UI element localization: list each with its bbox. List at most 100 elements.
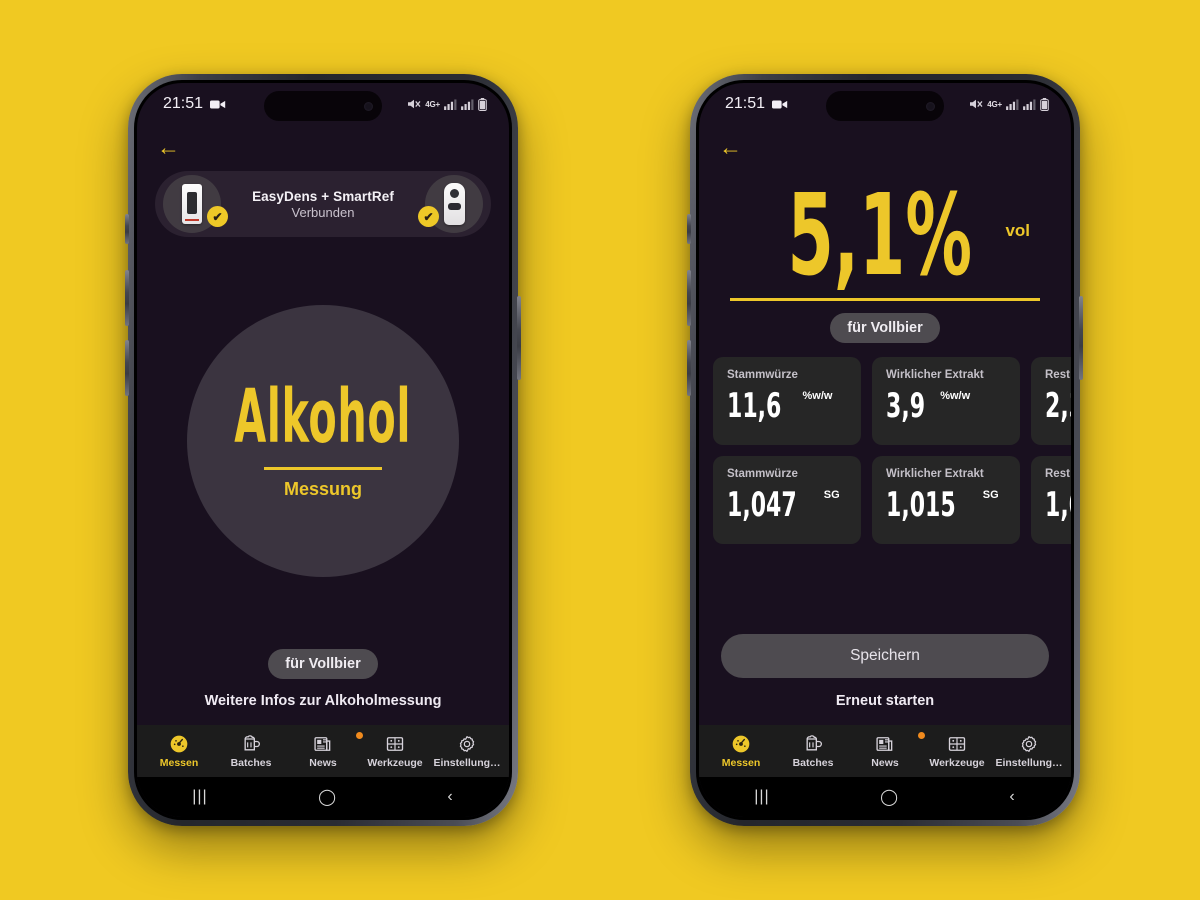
- phone-bezel: 21:51 4G+: [134, 80, 512, 820]
- home-button[interactable]: ◯: [880, 787, 899, 807]
- phone-device-measure: 21:51 4G+ ← ✔ EasyDens + SmartRef Verbun…: [125, 74, 521, 826]
- nav-item-werkzeuge[interactable]: Werkzeuge: [359, 734, 431, 769]
- nav-item-werkzeuge[interactable]: Werkzeuge: [921, 734, 993, 769]
- gauge-icon: [732, 735, 750, 752]
- back-button[interactable]: ←: [719, 135, 742, 159]
- newspaper-icon: [314, 736, 331, 751]
- battery-icon: [478, 97, 487, 111]
- card-label: Wirklicher Extrakt: [886, 368, 984, 381]
- smartref-device-thumbnail: ✔: [418, 175, 483, 233]
- newspaper-icon: [876, 736, 893, 751]
- abv-result-header: 5,1% vol für Vollbier: [699, 169, 1071, 343]
- status-time: 21:51: [725, 95, 766, 112]
- measurement-type-subtitle: Messung: [283, 478, 362, 499]
- device-pill-status: Verbunden: [291, 204, 355, 220]
- signal-bars-icon: [444, 98, 457, 110]
- recents-button[interactable]: |||: [754, 788, 769, 806]
- battery-icon: [1040, 97, 1049, 111]
- card-wirklicher-extrakt-percent[interactable]: Wirklicher Extrakt 3,9 %w/w: [872, 356, 1020, 445]
- card-unit: SG: [982, 488, 999, 501]
- nav-item-einstellungen[interactable]: Einstellung…: [993, 734, 1065, 769]
- smartref-connected-check-icon: ✔: [418, 206, 439, 227]
- system-back-button[interactable]: ‹: [447, 788, 453, 806]
- more-info-link[interactable]: Weitere Infos zur Alkoholmessung: [137, 679, 509, 725]
- back-button[interactable]: ←: [157, 135, 180, 159]
- start-measurement-circle[interactable]: Alkohol Messung: [187, 305, 459, 577]
- easydens-connected-check-icon: ✔: [207, 206, 228, 227]
- card-rest-percent[interactable]: Rest 2,3: [1031, 356, 1071, 445]
- circle-divider: [264, 466, 382, 470]
- card-stammwuerze-percent[interactable]: Stammwürze 11,6 %w/w: [713, 356, 861, 445]
- device-connection-pill[interactable]: ✔ EasyDens + SmartRef Verbunden ✔: [155, 171, 491, 237]
- bottom-navigation: Messen Batches News Werkzeuge Einstellun…: [137, 725, 509, 777]
- preset-tag-button[interactable]: für Vollbier: [268, 649, 378, 679]
- phone-mute-switch[interactable]: [125, 214, 129, 244]
- nav-item-einstellungen[interactable]: Einstellung…: [431, 734, 503, 769]
- nav-label-messen: Messen: [721, 756, 761, 769]
- card-unit: %w/w: [940, 389, 971, 402]
- nav-item-batches[interactable]: Batches: [777, 734, 849, 769]
- video-camera-icon: [210, 100, 226, 108]
- recents-button[interactable]: |||: [192, 788, 207, 806]
- gauge-icon: [170, 735, 188, 752]
- smartref-device-icon: [443, 183, 465, 225]
- card-value: 3,9: [886, 385, 926, 426]
- phone-volume-up-button[interactable]: [125, 270, 129, 326]
- card-unit: SG: [823, 488, 840, 501]
- status-bar-right: 4G+: [407, 97, 487, 111]
- android-system-nav: ||| ◯ ‹: [137, 777, 509, 817]
- mute-icon: [970, 99, 983, 109]
- gear-icon: [459, 735, 475, 752]
- phone-power-button[interactable]: [1079, 296, 1083, 380]
- nav-item-messen[interactable]: Messen: [143, 734, 215, 769]
- mute-icon: [408, 99, 421, 109]
- nav-item-news[interactable]: News: [849, 731, 925, 769]
- card-label: Rest: [1045, 368, 1070, 381]
- card-rest-sg[interactable]: Rest 1,0: [1031, 455, 1071, 544]
- card-row-sg: Stammwürze 1,047 SG Wirklicher Extrakt 1…: [713, 455, 1071, 544]
- status-bar-left: 21:51: [163, 95, 226, 113]
- video-camera-icon: [772, 100, 788, 108]
- card-value-row: 1,0: [1045, 488, 1071, 522]
- card-label: Stammwürze: [727, 368, 798, 381]
- nav-label-einstellungen: Einstellung…: [433, 756, 501, 769]
- card-value: 1,0: [1045, 484, 1071, 525]
- save-button[interactable]: Speichern: [721, 634, 1049, 678]
- restart-link[interactable]: Erneut starten: [699, 678, 1071, 725]
- phone-mute-switch[interactable]: [687, 214, 691, 244]
- easydens-device-thumbnail: ✔: [163, 175, 228, 233]
- card-stammwuerze-sg[interactable]: Stammwürze 1,047 SG: [713, 455, 861, 544]
- phone-volume-down-button[interactable]: [687, 340, 691, 396]
- phone-volume-down-button[interactable]: [125, 340, 129, 396]
- card-wirklicher-extrakt-sg[interactable]: Wirklicher Extrakt 1,015 SG: [872, 455, 1020, 544]
- preset-tag-button[interactable]: für Vollbier: [830, 312, 940, 343]
- status-time: 21:51: [163, 95, 204, 112]
- nav-label-news: News: [871, 756, 899, 769]
- network-type-label: 4G+: [425, 99, 440, 109]
- phone-volume-up-button[interactable]: [687, 270, 691, 326]
- nav-item-messen[interactable]: Messen: [705, 734, 777, 769]
- card-value: 1,015: [886, 484, 956, 525]
- card-value: 2,3: [1045, 385, 1071, 426]
- signal-bars-icon: [1006, 98, 1019, 110]
- result-screen: 21:51 4G+ ← 5,1% vol für Vollbier Stammw…: [699, 83, 1071, 817]
- result-actions: Speichern: [699, 634, 1071, 678]
- nav-item-news[interactable]: News: [287, 731, 363, 769]
- card-value-row: 3,9 %w/w: [886, 389, 1020, 423]
- card-value-row: 2,3: [1045, 389, 1071, 423]
- card-value-row: 11,6 %w/w: [727, 389, 861, 423]
- grid-tools-icon: [386, 736, 404, 751]
- nav-label-werkzeuge: Werkzeuge: [929, 756, 985, 769]
- status-bar-right: 4G+: [969, 97, 1049, 111]
- card-value: 1,047: [727, 484, 797, 525]
- measurement-circle-area: Alkohol Messung: [137, 233, 509, 649]
- card-value-row: 1,047 SG: [727, 488, 861, 522]
- phone-power-button[interactable]: [517, 296, 521, 380]
- phone-bezel: 21:51 4G+: [696, 80, 1074, 820]
- app-bar: ←: [699, 125, 1071, 169]
- device-pill-text: EasyDens + SmartRef Verbunden: [221, 189, 425, 220]
- home-button[interactable]: ◯: [318, 787, 337, 807]
- gear-icon: [1021, 735, 1037, 752]
- system-back-button[interactable]: ‹: [1009, 788, 1015, 806]
- nav-item-batches[interactable]: Batches: [215, 734, 287, 769]
